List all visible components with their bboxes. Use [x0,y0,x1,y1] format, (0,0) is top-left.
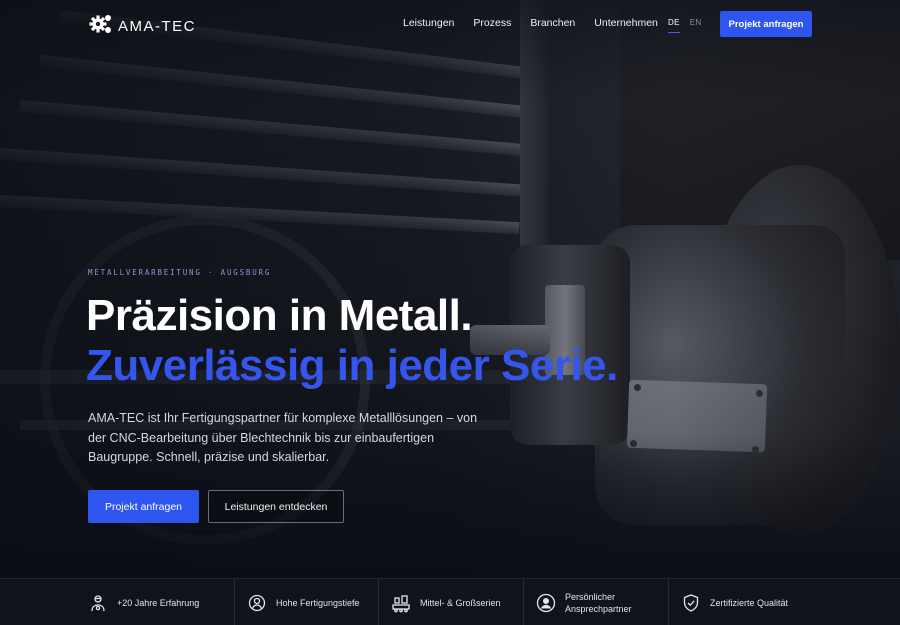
hero-headline: Präzision in Metall. Zuverlässig in jede… [86,291,618,391]
nav-link-unternehmen[interactable]: Unternehmen [594,17,658,29]
feature-label: Hohe Fertigungstiefe [276,597,360,608]
nav-link-prozess[interactable]: Prozess [473,17,511,29]
worker-gear-icon [88,593,108,613]
production-line-icon [391,593,411,613]
feature-label: Persönlicher Ansprechpartner [565,591,632,614]
feature-label: +20 Jahre Erfahrung [117,597,200,608]
nav-link-leistungen[interactable]: Leistungen [403,17,454,29]
site-header: AMA-TEC Leistungen Prozess Branchen Unte… [0,0,900,48]
shield-check-icon [681,593,701,613]
feature-bar: +20 Jahre Erfahrung Hohe Fertigungstiefe… [0,578,900,625]
person-circle-icon [536,593,556,613]
feature-label: Zertifizierte Qualität [710,597,789,608]
header-cta-button[interactable]: Projekt anfragen [720,11,812,37]
feature-item-contact: Persönlicher Ansprechpartner [523,579,668,625]
language-de[interactable]: DE [668,18,680,33]
feature-item-series: Mittel- & Großserien [378,579,523,625]
feature-item-depth: Hohe Fertigungstiefe [234,579,378,625]
hero-headline-line2: Zuverlässig in jeder Serie. [86,341,618,390]
gear-cluster-icon [88,11,114,42]
feature-item-experience: +20 Jahre Erfahrung [88,579,234,625]
hero-eyebrow: METALLVERARBEITUNG · AUGSBURG [88,268,272,277]
language-switcher: DE EN [668,18,701,33]
hero-lead-text: AMA-TEC ist Ihr Fertigungspartner für ko… [88,411,478,464]
feature-label: Mittel- & Großserien [420,597,501,608]
request-project-button[interactable]: Projekt anfragen [88,490,199,523]
nav-link-branchen[interactable]: Branchen [530,17,575,29]
gear-head-icon [247,593,267,613]
language-en[interactable]: EN [690,18,702,33]
logo[interactable]: AMA-TEC [88,11,196,42]
feature-item-quality: Zertifizierte Qualität [668,579,802,625]
logo-text: AMA-TEC [118,18,196,35]
discover-services-button[interactable]: Leistungen entdecken [208,490,344,523]
main-nav: Leistungen Prozess Branchen Unternehmen [403,17,658,29]
hero-headline-line1: Präzision in Metall. [86,291,473,340]
